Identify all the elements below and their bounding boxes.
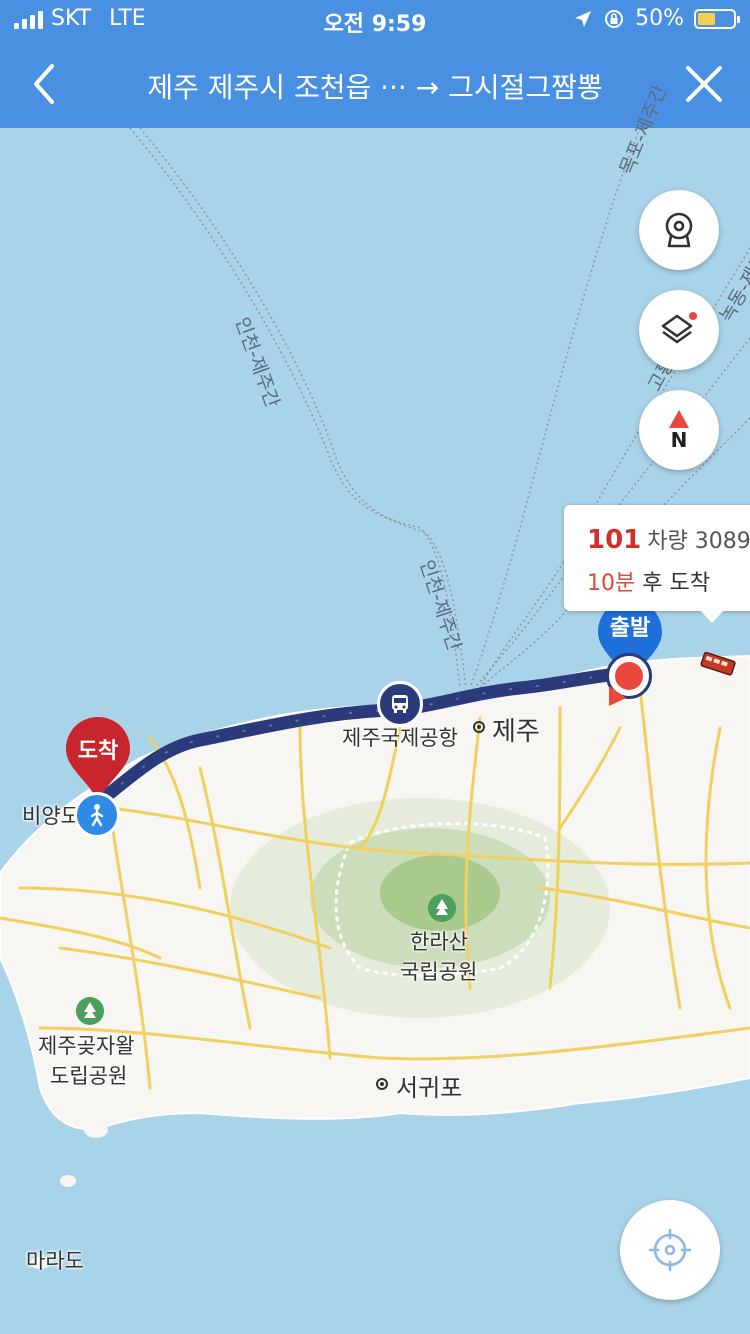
walking-person-icon xyxy=(90,804,104,827)
close-icon[interactable] xyxy=(680,60,728,108)
location-arrow-icon xyxy=(575,10,592,27)
place-marado: 마라도 xyxy=(26,1249,84,1273)
battery-icon xyxy=(694,8,740,29)
bus-icon xyxy=(392,695,408,713)
layers-button[interactable] xyxy=(639,290,719,370)
bus-route-number: 101 xyxy=(587,525,642,555)
jeju-dot-icon xyxy=(473,721,485,733)
heading-arrow-icon xyxy=(609,686,626,706)
bus-stop-marker[interactable] xyxy=(377,681,423,727)
compass-button[interactable]: N xyxy=(639,390,719,470)
walk-marker xyxy=(74,792,120,838)
arrival-pin-label: 도착 xyxy=(77,739,119,764)
battery-percent: 50% xyxy=(635,6,684,31)
departure-pin-label: 출발 xyxy=(609,616,651,641)
park-icon xyxy=(428,894,456,922)
rotation-lock-icon xyxy=(605,9,624,28)
bus-info-callout[interactable]: 101 차량 3089 10분 후 도착 xyxy=(564,505,750,623)
place-gotjawal-2: 도립공원 xyxy=(50,1064,128,1088)
place-gotjawal-1: 제주곶자왈 xyxy=(38,1034,135,1058)
bus-vehicle-icon[interactable] xyxy=(700,652,738,676)
bus-eta-minutes: 10분 xyxy=(587,571,636,596)
place-jeju: 제주 xyxy=(492,717,540,747)
seogwipo-dot-icon xyxy=(376,1078,388,1090)
chevron-left-icon[interactable] xyxy=(22,60,70,108)
compass-icon xyxy=(669,410,689,428)
status-bar: SKT LTE 오전 9:59 50% xyxy=(0,0,750,40)
place-hallasan-1: 한라산 xyxy=(410,930,468,954)
cctv-icon xyxy=(665,212,693,248)
map-view[interactable]: 인천-제주간 인천-제주간 목포-제주간 고흥-제주간 녹동-제주간 제주국제공… xyxy=(0,82,750,1334)
route-title: 제주 제주시 조천읍 ··· → 그시절그짬뽕 xyxy=(147,71,603,104)
cctv-button[interactable] xyxy=(639,190,719,270)
crosshair-icon xyxy=(648,1228,692,1272)
compass-letter: N xyxy=(670,428,688,452)
park-icon xyxy=(76,997,104,1025)
place-seogwipo: 서귀포 xyxy=(396,1074,463,1102)
bus-vehicle-label: 차량 3089 xyxy=(647,529,750,554)
bus-eta-suffix: 후 도착 xyxy=(642,571,710,596)
layers-icon xyxy=(661,312,697,344)
place-hallasan-2: 국립공원 xyxy=(400,960,478,984)
locate-me-button[interactable] xyxy=(620,1200,720,1300)
